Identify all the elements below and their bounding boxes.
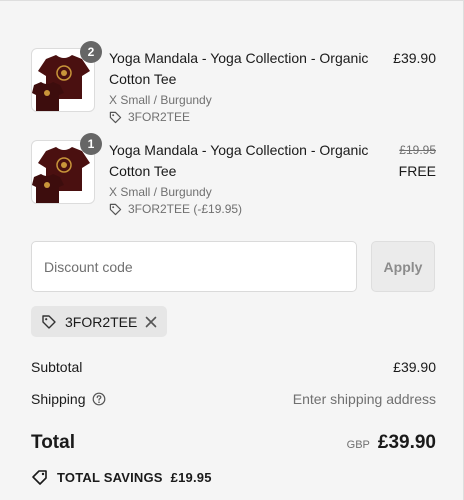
line-item: 2 Yoga Mandala - Yoga Collection - Organ… (31, 41, 436, 128)
item-price: £39.90 (393, 48, 436, 69)
item-price-value: £39.90 (393, 50, 436, 66)
applied-discount-chip: 3FOR2TEE (31, 306, 168, 337)
discount-code-input[interactable] (31, 241, 357, 292)
quantity-badge: 2 (80, 41, 102, 63)
shipping-row: Shipping Enter shipping address (31, 391, 436, 407)
item-title: Yoga Mandala - Yoga Collection - Organic… (109, 142, 369, 179)
subtotal-label: Subtotal (31, 359, 83, 375)
shipping-value: Enter shipping address (292, 391, 436, 407)
shipping-label: Shipping (31, 391, 86, 407)
item-discount: 3FOR2TEE (-£19.95) (109, 202, 242, 216)
help-icon[interactable] (92, 392, 106, 406)
remove-discount-button[interactable] (145, 316, 157, 328)
item-discount: 3FOR2TEE (109, 110, 190, 124)
tag-icon (32, 470, 47, 485)
item-variant: X Small / Burgundy (109, 185, 212, 199)
total-row: Total GBP £39.90 (31, 432, 436, 454)
item-original-price: £19.95 (399, 143, 436, 157)
subtotal-value: £39.90 (393, 359, 436, 375)
product-thumbnail: 1 (31, 133, 102, 204)
total-value: £39.90 (377, 432, 436, 453)
tag-icon (109, 203, 122, 215)
total-label: Total (31, 432, 75, 453)
apply-button[interactable]: Apply (371, 241, 435, 292)
tag-icon (42, 314, 56, 329)
savings-label: TOTAL SAVINGS (57, 469, 163, 485)
item-variant: X Small / Burgundy (109, 93, 212, 107)
subtotal-row: Subtotal £39.90 (31, 359, 436, 375)
total-amount-group: GBP £39.90 (347, 432, 436, 454)
item-title: Yoga Mandala - Yoga Collection - Organic… (109, 50, 369, 87)
top-divider (0, 0, 464, 1)
item-discount-code: 3FOR2TEE (128, 110, 191, 124)
item-price: £19.95 FREE (399, 140, 436, 182)
line-item: 1 Yoga Mandala - Yoga Collection - Organ… (31, 133, 436, 220)
currency-code: GBP (346, 439, 370, 451)
total-savings: TOTAL SAVINGS £19.95 (31, 468, 212, 486)
item-discount-code: 3FOR2TEE (-£19.95) (128, 202, 243, 216)
quantity-badge: 1 (80, 133, 102, 155)
savings-value: £19.95 (170, 469, 212, 485)
tag-icon (109, 111, 122, 123)
product-thumbnail: 2 (31, 41, 102, 112)
shipping-label-group: Shipping (31, 391, 106, 407)
applied-discount-code: 3FOR2TEE (65, 313, 138, 330)
close-icon (146, 316, 157, 327)
item-price-value: FREE (398, 163, 436, 179)
